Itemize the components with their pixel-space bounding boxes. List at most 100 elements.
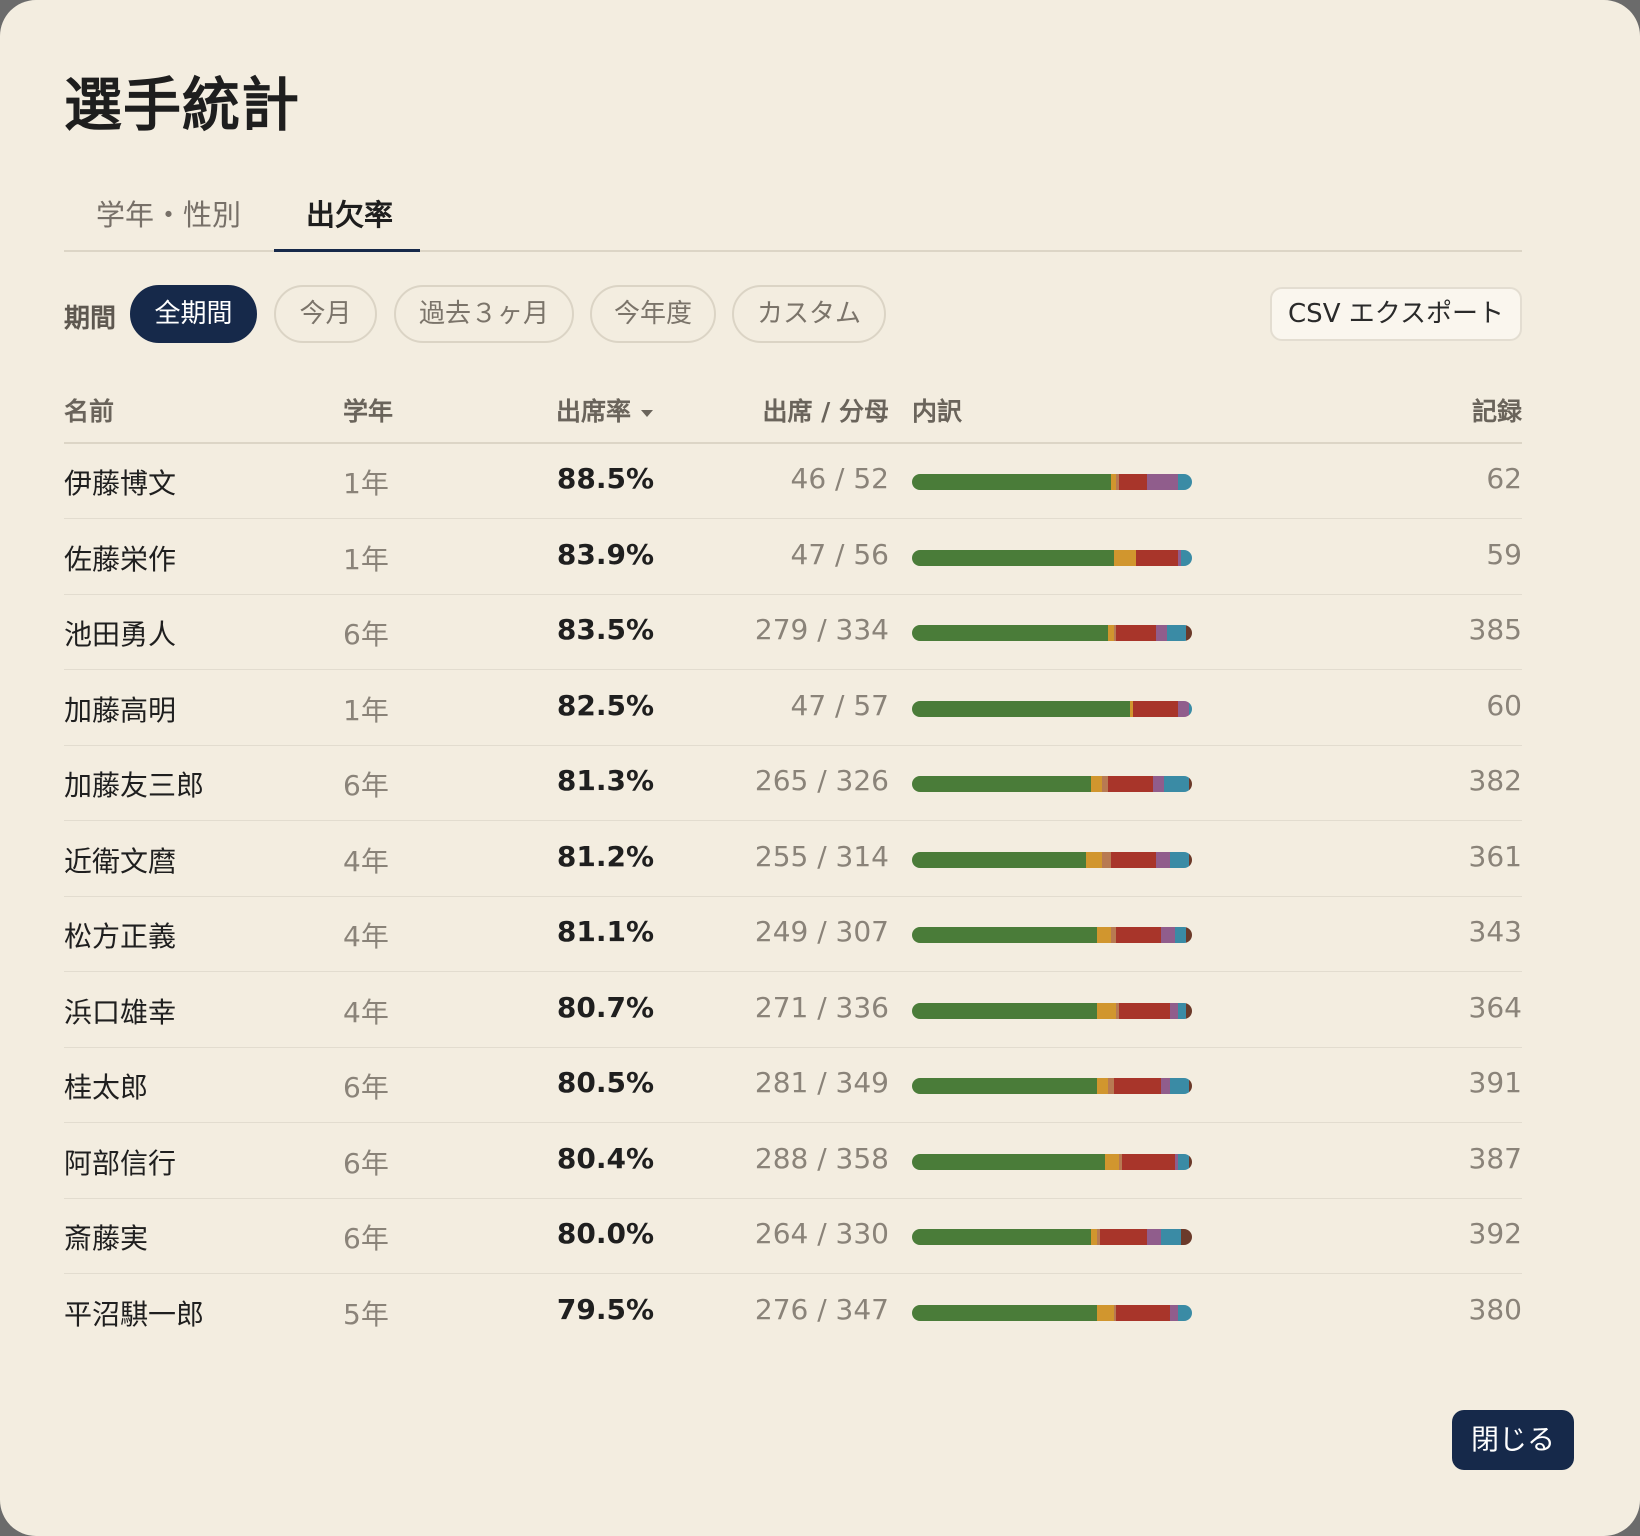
breakdown-segment bbox=[1189, 852, 1192, 868]
period-this-year-button[interactable]: 今年度 bbox=[590, 285, 716, 343]
row-divider bbox=[64, 1122, 1522, 1123]
attendance-ratio: 279 / 334 bbox=[754, 613, 889, 646]
period-all-button[interactable]: 全期間 bbox=[130, 285, 257, 343]
breakdown-bar bbox=[912, 852, 1192, 868]
breakdown-segment bbox=[1186, 1003, 1192, 1019]
player-grade: 4年 bbox=[343, 996, 389, 1029]
record-count: 391 bbox=[1468, 1066, 1522, 1099]
column-header-ratio[interactable]: 出席 / 分母 bbox=[762, 392, 889, 428]
player-grade: 5年 bbox=[343, 1298, 389, 1331]
table-row[interactable]: 加藤友三郎 6年 81.3% 265 / 326 382 bbox=[64, 746, 1522, 821]
record-count: 343 bbox=[1468, 915, 1522, 948]
breakdown-segment bbox=[912, 1078, 1097, 1094]
breakdown-segment bbox=[912, 474, 1111, 490]
column-header-rate[interactable]: 出席率 bbox=[556, 392, 654, 428]
record-count: 385 bbox=[1468, 613, 1522, 646]
breakdown-bar bbox=[912, 1229, 1192, 1245]
player-grade: 4年 bbox=[343, 920, 389, 953]
player-name: 池田勇人 bbox=[64, 618, 177, 651]
attendance-ratio: 281 / 349 bbox=[754, 1066, 889, 1099]
table-row[interactable]: 浜口雄幸 4年 80.7% 271 / 336 364 bbox=[64, 973, 1522, 1048]
table-row[interactable]: 松方正義 4年 81.1% 249 / 307 343 bbox=[64, 897, 1522, 972]
tab-grade-gender[interactable]: 学年・性別 bbox=[96, 192, 241, 234]
attendance-ratio: 255 / 314 bbox=[754, 840, 889, 873]
breakdown-segment bbox=[1116, 927, 1162, 943]
breakdown-segment bbox=[1107, 776, 1153, 792]
breakdown-segment bbox=[1169, 1003, 1178, 1019]
breakdown-segment bbox=[1186, 927, 1192, 943]
breakdown-segment bbox=[1177, 1154, 1190, 1170]
record-count: 380 bbox=[1468, 1293, 1522, 1326]
player-name: 浜口雄幸 bbox=[64, 996, 177, 1029]
player-name: 近衛文麿 bbox=[64, 845, 177, 878]
table-row[interactable]: 斎藤実 6年 80.0% 264 / 330 392 bbox=[64, 1199, 1522, 1274]
breakdown-segment bbox=[1113, 550, 1136, 566]
breakdown-segment bbox=[1147, 474, 1178, 490]
player-grade: 6年 bbox=[343, 769, 389, 802]
column-header-rate-label: 出席率 bbox=[556, 397, 632, 426]
player-name: 加藤高明 bbox=[64, 694, 177, 727]
breakdown-segment bbox=[1116, 625, 1156, 641]
breakdown-bar bbox=[912, 927, 1192, 943]
table-row[interactable]: 阿部信行 6年 80.4% 288 / 358 387 bbox=[64, 1124, 1522, 1199]
attendance-ratio: 265 / 326 bbox=[754, 764, 889, 797]
attendance-ratio: 47 / 57 bbox=[790, 689, 890, 722]
row-divider bbox=[64, 1273, 1522, 1274]
column-header-records[interactable]: 記録 bbox=[1472, 392, 1522, 428]
player-name: 平沼騏一郎 bbox=[64, 1298, 205, 1331]
breakdown-segment bbox=[1091, 776, 1103, 792]
tab-attendance-rate[interactable]: 出欠率 bbox=[306, 192, 393, 234]
table-row[interactable]: 加藤高明 1年 82.5% 47 / 57 60 bbox=[64, 671, 1522, 746]
breakdown-segment bbox=[1189, 776, 1192, 792]
period-custom-button[interactable]: カスタム bbox=[732, 285, 886, 343]
player-grade: 6年 bbox=[343, 1071, 389, 1104]
player-name: 阿部信行 bbox=[64, 1147, 177, 1180]
record-count: 364 bbox=[1468, 991, 1522, 1024]
table-row[interactable]: 平沼騏一郎 5年 79.5% 276 / 347 380 bbox=[64, 1275, 1522, 1350]
breakdown-segment bbox=[1113, 1078, 1162, 1094]
attendance-rate: 81.2% bbox=[556, 840, 654, 873]
row-divider bbox=[64, 971, 1522, 972]
csv-export-button[interactable]: CSV エクスポート bbox=[1270, 287, 1522, 341]
record-count: 392 bbox=[1468, 1217, 1522, 1250]
attendance-ratio: 288 / 358 bbox=[754, 1142, 889, 1175]
breakdown-segment bbox=[912, 550, 1114, 566]
breakdown-bar bbox=[912, 1154, 1192, 1170]
breakdown-segment bbox=[1135, 550, 1178, 566]
breakdown-segment bbox=[1133, 701, 1178, 717]
player-stats-dialog: 選手統計 学年・性別 出欠率 期間 全期間 今月 過去３ヶ月 今年度 カスタム … bbox=[0, 0, 1640, 1536]
attendance-ratio: 264 / 330 bbox=[754, 1217, 889, 1250]
breakdown-segment bbox=[912, 701, 1131, 717]
breakdown-segment bbox=[1177, 1003, 1187, 1019]
breakdown-segment bbox=[1163, 776, 1190, 792]
breakdown-segment bbox=[1096, 1003, 1117, 1019]
record-count: 387 bbox=[1468, 1142, 1522, 1175]
column-header-name[interactable]: 名前 bbox=[64, 392, 114, 428]
breakdown-segment bbox=[1161, 927, 1176, 943]
breakdown-segment bbox=[1175, 927, 1187, 943]
breakdown-bar bbox=[912, 1305, 1192, 1321]
record-count: 382 bbox=[1468, 764, 1522, 797]
breakdown-segment bbox=[1186, 625, 1192, 641]
record-count: 60 bbox=[1486, 689, 1522, 722]
period-this-month-button[interactable]: 今月 bbox=[274, 285, 377, 343]
breakdown-segment bbox=[1180, 1229, 1192, 1245]
breakdown-segment bbox=[1096, 1305, 1114, 1321]
column-header-grade[interactable]: 学年 bbox=[343, 392, 393, 428]
breakdown-bar bbox=[912, 625, 1192, 641]
table-row[interactable]: 佐藤栄作 1年 83.9% 47 / 56 59 bbox=[64, 520, 1522, 595]
close-button[interactable]: 閉じる bbox=[1452, 1410, 1574, 1470]
breakdown-segment bbox=[1102, 852, 1111, 868]
player-grade: 4年 bbox=[343, 845, 389, 878]
breakdown-segment bbox=[912, 852, 1086, 868]
attendance-ratio: 276 / 347 bbox=[754, 1293, 889, 1326]
table-row[interactable]: 伊藤博文 1年 88.5% 46 / 52 62 bbox=[64, 444, 1522, 519]
table-row[interactable]: 池田勇人 6年 83.5% 279 / 334 385 bbox=[64, 595, 1522, 670]
breakdown-segment bbox=[1169, 1078, 1190, 1094]
attendance-rate: 83.5% bbox=[556, 613, 654, 646]
player-name: 松方正義 bbox=[64, 920, 177, 953]
period-last-3-months-button[interactable]: 過去３ヶ月 bbox=[394, 285, 574, 343]
table-row[interactable]: 桂太郎 6年 80.5% 281 / 349 391 bbox=[64, 1048, 1522, 1123]
breakdown-segment bbox=[1155, 852, 1170, 868]
table-row[interactable]: 近衛文麿 4年 81.2% 255 / 314 361 bbox=[64, 822, 1522, 897]
